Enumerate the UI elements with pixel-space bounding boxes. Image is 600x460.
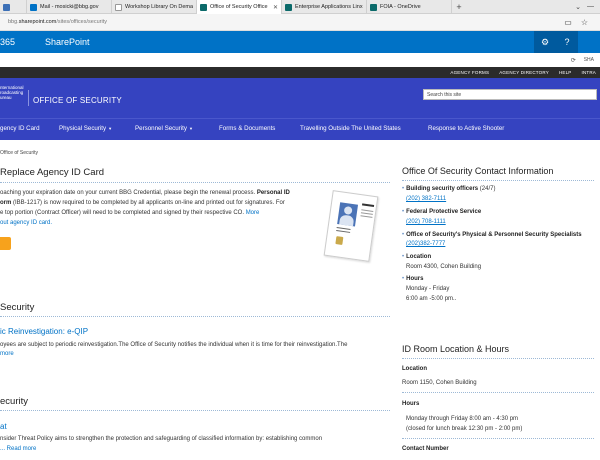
id-card-image bbox=[323, 190, 379, 262]
utility-bar: AGENCY FORMS AGENCY DIRECTORY HELP INTRA bbox=[0, 67, 600, 78]
browser-tab-security[interactable]: Office of Security Office ✕ bbox=[197, 0, 282, 14]
divider bbox=[402, 438, 594, 439]
id-room-location-value: Room 1150, Cohen Building bbox=[402, 380, 477, 386]
reading-view-icon[interactable]: ▭ bbox=[564, 18, 572, 27]
divider bbox=[402, 180, 594, 181]
more-link[interactable]: More bbox=[246, 210, 260, 216]
close-tab-icon[interactable]: ✕ bbox=[273, 4, 278, 11]
building-security-phone[interactable]: (202) 382-7111 bbox=[406, 196, 446, 202]
fps-phone[interactable]: (202) 708-1111 bbox=[406, 219, 446, 225]
fps-item: • Federal Protective Service bbox=[402, 209, 482, 215]
id-room-hours-note: (closed for lunch break 12:30 pm - 2:00 … bbox=[406, 426, 523, 432]
divider bbox=[0, 410, 390, 411]
tabs-dropdown-icon[interactable]: ⌄ bbox=[575, 3, 581, 11]
header-divider bbox=[28, 90, 29, 106]
browser-tab-workshop[interactable]: Workshop Library On Demand bbox=[112, 0, 197, 14]
nav-travelling-outside-us[interactable]: Travelling Outside The United States bbox=[300, 125, 401, 132]
card-chip-icon bbox=[335, 236, 344, 245]
contact-info-title: Office Of Security Contact Information bbox=[402, 166, 554, 176]
reinvestigation-body: oyees are subject to periodic reinvestig… bbox=[0, 342, 348, 348]
browser-tab-0[interactable] bbox=[0, 0, 27, 14]
browser-tab-enterprise[interactable]: Enterprise Applications Linx bbox=[282, 0, 367, 14]
more-link[interactable]: more bbox=[0, 349, 14, 359]
photo-placeholder bbox=[337, 202, 359, 227]
window-controls: ⌄ — bbox=[575, 0, 600, 13]
section-security-title: Security bbox=[0, 302, 35, 313]
intranet-link[interactable]: INTRA bbox=[582, 70, 597, 75]
agency-id-card-link[interactable]: out agency ID card. bbox=[0, 220, 52, 226]
sharepoint-icon bbox=[200, 3, 207, 11]
url-text[interactable]: bbg.sharepoint.com/sites/offices/securit… bbox=[8, 19, 107, 25]
divider bbox=[0, 316, 390, 317]
building-security-item: • Building security officers (24/7) bbox=[402, 186, 496, 192]
office365-label[interactable]: 365 bbox=[0, 37, 25, 47]
search-input[interactable] bbox=[427, 91, 587, 98]
divider bbox=[402, 392, 594, 393]
hours-days: Monday - Friday bbox=[406, 286, 450, 292]
site-title[interactable]: OFFICE OF SECURITY bbox=[33, 96, 122, 105]
new-tab-button[interactable]: + bbox=[452, 0, 466, 13]
insider-threat-link[interactable]: at bbox=[0, 422, 7, 431]
hours-item: • Hours bbox=[402, 276, 424, 282]
orange-action-button[interactable] bbox=[0, 237, 11, 250]
minimize-icon[interactable]: — bbox=[587, 3, 594, 10]
nav-agency-id-card[interactable]: gency ID Card bbox=[0, 125, 40, 132]
site-header: nternational roadcasting ureau OFFICE OF… bbox=[0, 78, 600, 118]
id-room-hours-label: Hours bbox=[402, 401, 420, 407]
hours-time: 6:00 am -5:00 pm.. bbox=[406, 296, 457, 302]
nav-active-shooter[interactable]: Response to Active Shooter bbox=[428, 125, 504, 132]
nav-forms-documents[interactable]: Forms & Documents bbox=[219, 125, 275, 132]
browser-tab-bar: Mail - mosicki@bbg.gov Workshop Library … bbox=[0, 0, 600, 14]
id-room-contact-label: Contact Number bbox=[402, 446, 449, 452]
address-bar[interactable]: bbg.sharepoint.com/sites/offices/securit… bbox=[0, 14, 600, 31]
favorite-star-icon[interactable]: ☆ bbox=[581, 18, 588, 27]
outlook-icon bbox=[30, 3, 37, 11]
share-strip: ⟳ SHA bbox=[0, 53, 600, 67]
agency-forms-link[interactable]: AGENCY FORMS bbox=[450, 70, 489, 75]
search-box[interactable] bbox=[423, 89, 597, 100]
e-qip-link[interactable]: ic Reinvestigation: e-QIP bbox=[0, 327, 88, 336]
id-room-title: ID Room Location & Hours bbox=[402, 344, 510, 354]
section-insider-title: ecurity bbox=[0, 396, 28, 407]
agency-card-body: oaching your expiration date on your cur… bbox=[0, 190, 290, 226]
suite-icons: ⚙ ? bbox=[534, 31, 600, 53]
location-item: • Location bbox=[402, 254, 432, 260]
agency-card-title: Replace Agency ID Card bbox=[0, 167, 105, 178]
top-navigation: gency ID Card Physical Security ▼ Personn… bbox=[0, 118, 600, 140]
id-room-location-label: Location bbox=[402, 366, 427, 372]
agency-directory-link[interactable]: AGENCY DIRECTORY bbox=[499, 70, 549, 75]
nav-personnel-security[interactable]: Personnel Security ▼ bbox=[135, 125, 193, 132]
insider-threat-body: nsider Threat Policy aims to strengthen … bbox=[0, 436, 323, 442]
settings-gear-icon[interactable]: ⚙ bbox=[534, 31, 556, 53]
suite-bar: 365 SharePoint ⚙ ? bbox=[0, 31, 600, 53]
sharepoint-icon bbox=[285, 3, 292, 11]
divider bbox=[402, 358, 594, 359]
browser-tab-foia[interactable]: FOIA - OneDrive bbox=[367, 0, 452, 14]
share-button[interactable]: SHA bbox=[584, 57, 594, 63]
read-more-link[interactable]: ... Read more bbox=[0, 444, 36, 454]
nav-physical-security[interactable]: Physical Security ▼ bbox=[59, 125, 112, 132]
page-icon bbox=[115, 3, 122, 11]
address-bar-icons: ▭ ☆ bbox=[564, 18, 600, 27]
onedrive-icon bbox=[370, 3, 377, 11]
location-value: Room 4300, Cohen Building bbox=[406, 264, 482, 270]
id-room-hours-value: Monday through Friday 8:00 am - 4:30 pm bbox=[406, 416, 519, 422]
sharepoint-label[interactable]: SharePoint bbox=[45, 37, 90, 47]
oos-phone[interactable]: (202)382-7777 bbox=[406, 241, 445, 247]
help-link[interactable]: HELP bbox=[559, 70, 572, 75]
tab-favicon-icon bbox=[3, 3, 10, 11]
breadcrumb[interactable]: Office of Security bbox=[0, 150, 38, 156]
caret-down-icon: ▼ bbox=[108, 126, 113, 131]
account-icon[interactable] bbox=[578, 31, 600, 53]
browser-tab-mail[interactable]: Mail - mosicki@bbg.gov bbox=[27, 0, 112, 14]
caret-down-icon: ▼ bbox=[188, 126, 193, 131]
oos-item: • Office of Security's Physical & Personn… bbox=[402, 232, 582, 238]
help-icon[interactable]: ? bbox=[556, 31, 578, 53]
sync-icon[interactable]: ⟳ bbox=[571, 57, 576, 64]
divider bbox=[0, 182, 390, 183]
ibb-logo[interactable]: nternational roadcasting ureau bbox=[0, 85, 26, 100]
